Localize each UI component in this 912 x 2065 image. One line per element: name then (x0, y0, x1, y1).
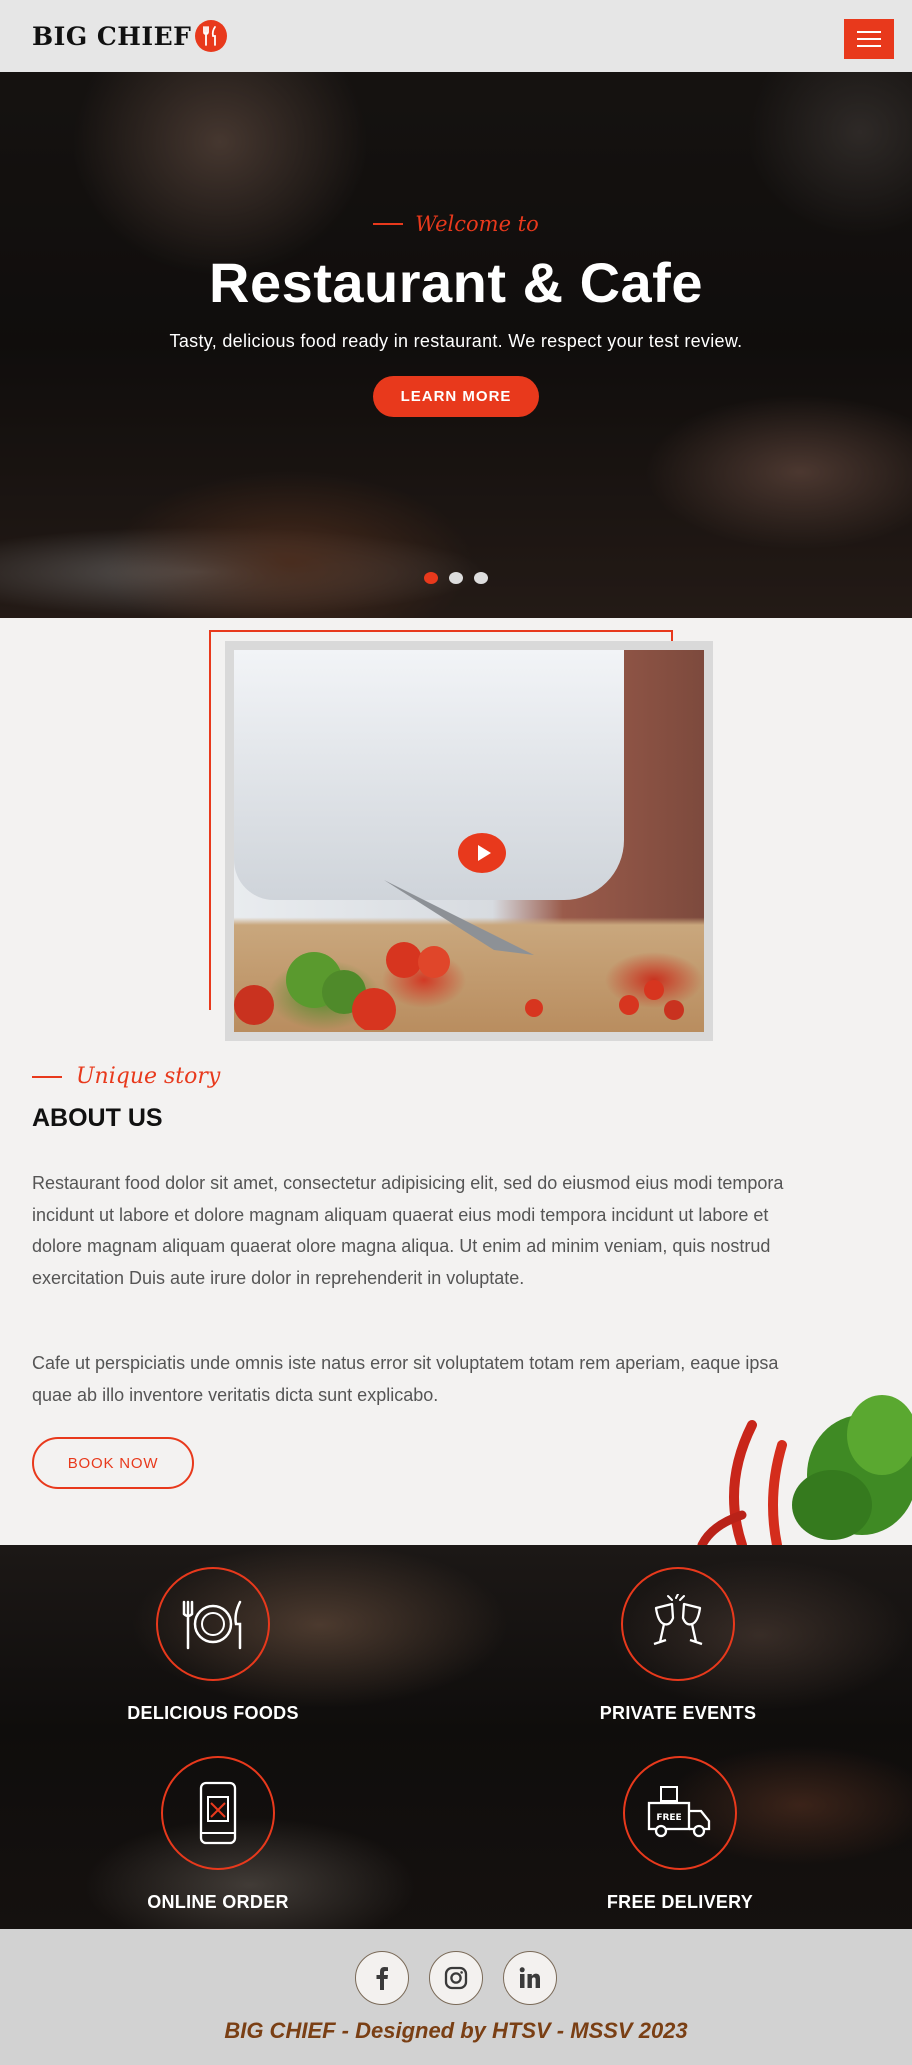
phone-order-icon (199, 1781, 237, 1845)
service-icon-circle (156, 1567, 270, 1681)
service-label: ONLINE ORDER (147, 1892, 289, 1912)
site-footer: BIG CHIEF - Designed by HTSV - MSSV 2023 (0, 1929, 912, 2065)
svg-text:FREE: FREE (656, 1813, 681, 1823)
hero-slider: Welcome to Restaurant & Cafe Tasty, deli… (0, 72, 912, 618)
about-title: ABOUT US (32, 1104, 163, 1132)
about-paragraph-1: Restaurant food dolor sit amet, consecte… (32, 1173, 784, 1288)
copyright-text: BIG CHIEF - Designed by HTSV - MSSV 2023 (224, 2018, 688, 2043)
slider-dot-3[interactable] (474, 572, 488, 584)
service-icon-circle: FREE (623, 1756, 737, 1870)
video-thumbnail[interactable] (225, 641, 713, 1041)
book-now-button[interactable]: BOOK NOW (32, 1437, 194, 1489)
slider-dot-1[interactable] (424, 572, 438, 584)
service-delicious-foods[interactable]: DELICIOUS FOODS (63, 1567, 363, 1724)
hero-welcome: Welcome to (373, 212, 539, 236)
hamburger-icon-bar (857, 38, 881, 40)
service-icon-circle (621, 1567, 735, 1681)
service-label: PRIVATE EVENTS (599, 1703, 757, 1723)
service-private-events[interactable]: PRIVATE EVENTS (528, 1567, 828, 1724)
service-label: FREE DELIVERY (606, 1892, 754, 1912)
service-online-order[interactable]: ONLINE ORDER (68, 1756, 368, 1913)
slider-dots (0, 572, 912, 584)
hamburger-icon-bar (857, 45, 881, 47)
hero-tagline: Tasty, delicious food ready in restauran… (169, 331, 743, 351)
service-label: DELICIOUS FOODS (127, 1703, 299, 1723)
service-free-delivery[interactable]: FREE FREE DELIVERY (530, 1756, 830, 1913)
vegetables-icon (234, 942, 684, 1030)
plate-cutlery-icon (182, 1600, 242, 1650)
play-button[interactable] (458, 833, 506, 873)
hero-content: Welcome to Restaurant & Cafe Tasty, deli… (0, 212, 912, 417)
slider-dot-2[interactable] (449, 572, 463, 584)
chili-pepper-decoration (697, 1395, 912, 1545)
delivery-truck-icon: FREE (647, 1786, 711, 1838)
facebook-icon[interactable] (355, 1951, 409, 2005)
about-section: Unique story ABOUT US Restaurant food do… (0, 618, 912, 1545)
logo-text: BIG CHIEF (32, 21, 192, 51)
learn-more-button[interactable]: LEARN MORE (372, 376, 540, 417)
wine-glasses-icon (653, 1594, 703, 1646)
services-section: DELICIOUS FOODS PRIVATE EVENTS ONLINE OR… (0, 1545, 912, 1929)
logo[interactable]: BIG CHIEF (32, 20, 228, 52)
service-icon-circle (161, 1756, 275, 1870)
social-links (0, 1951, 912, 2005)
linkedin-icon[interactable] (503, 1951, 557, 2005)
instagram-icon[interactable] (429, 1951, 483, 2005)
story-subtitle: Unique story (32, 1064, 220, 1089)
fork-knife-icon (195, 20, 228, 52)
hero-title: Restaurant & Cafe (209, 251, 703, 314)
hamburger-icon-bar (857, 31, 881, 33)
chef-coat-shape (234, 650, 624, 900)
chef-cutting-image (234, 650, 704, 1032)
hamburger-menu-button[interactable] (844, 19, 894, 59)
site-header: BIG CHIEF (0, 0, 912, 72)
